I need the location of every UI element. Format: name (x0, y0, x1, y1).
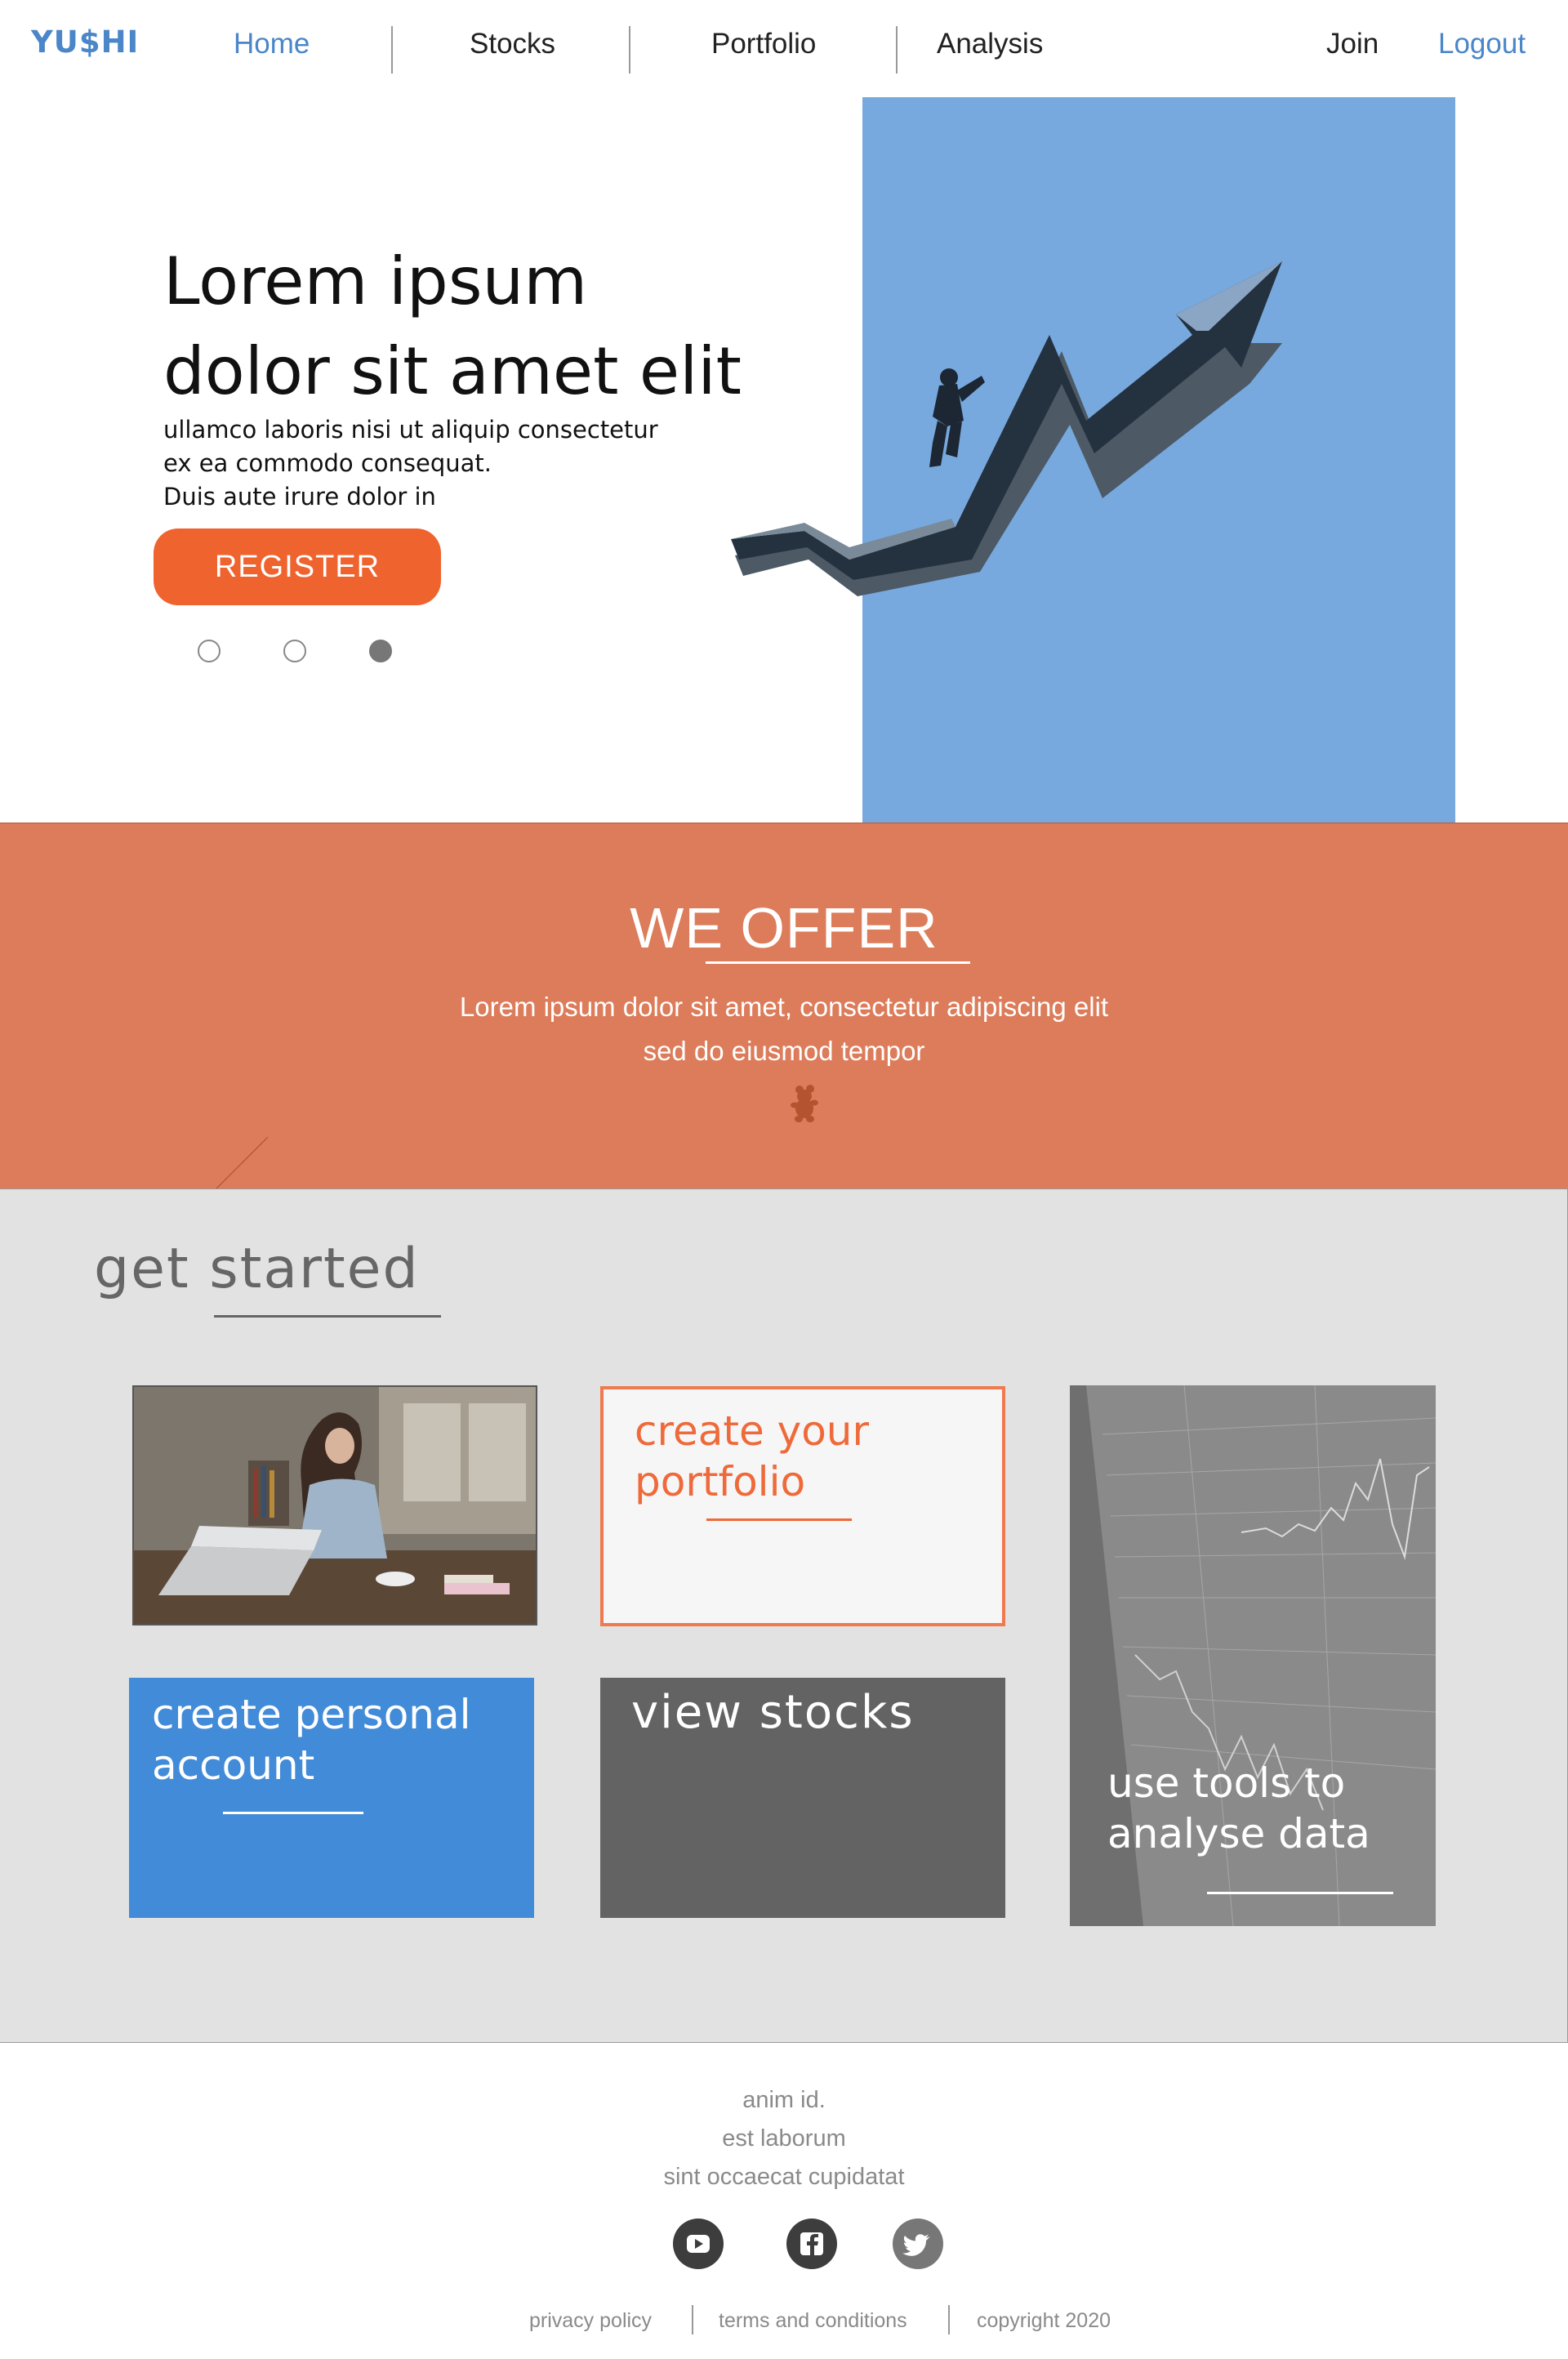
create-account-card[interactable]: create personal account (129, 1678, 534, 1918)
hero-title-line: Lorem ipsum (163, 243, 588, 319)
create-account-title: create personal account (152, 1691, 471, 1789)
analyse-tools-title: use tools to analyse data (1107, 1759, 1370, 1857)
create-portfolio-title: create your portfolio (635, 1407, 870, 1505)
offer-text-line: sed do eiusmod tempor (643, 1036, 925, 1066)
create-portfolio-card[interactable]: create your portfolio (600, 1386, 1005, 1626)
register-button[interactable]: REGISTER (154, 528, 441, 605)
decorative-line (215, 1136, 269, 1190)
get-started-section: get started create your portfolio create… (0, 1188, 1568, 2043)
nav-divider (391, 26, 393, 74)
analyse-tools-card[interactable]: use tools to analyse data (1070, 1385, 1436, 1926)
footer-link[interactable]: est laborum (0, 2120, 1568, 2158)
hero-subtitle: ullamco laboris nisi ut aliquip consecte… (163, 413, 658, 514)
office-photo-illustration (134, 1387, 536, 1624)
view-stocks-card[interactable]: view stocks (600, 1678, 1005, 1918)
carousel-dot-3[interactable] (369, 640, 392, 662)
nav-analysis[interactable]: Analysis (937, 28, 1043, 60)
logo[interactable]: YU$HI (31, 25, 139, 60)
nav-logout[interactable]: Logout (1438, 28, 1526, 60)
offer-text-line: Lorem ipsum dolor sit amet, consectetur … (459, 992, 1109, 1022)
hero-subtitle-line: ex ea commodo consequat. (163, 449, 492, 477)
carousel-dot-1[interactable] (198, 640, 220, 662)
nav-join[interactable]: Join (1326, 28, 1379, 60)
offer-title-underline (706, 961, 970, 964)
terms-link[interactable]: terms and conditions (719, 2309, 907, 2333)
footer-link[interactable]: sint occaecat cupidatat (0, 2158, 1568, 2196)
card-underline (1207, 1892, 1393, 1894)
nav-stocks[interactable]: Stocks (470, 28, 555, 60)
office-woman-photo (132, 1385, 537, 1625)
hero-subtitle-line: ullamco laboris nisi ut aliquip consecte… (163, 416, 658, 444)
nav-portfolio[interactable]: Portfolio (711, 28, 816, 60)
nav-home[interactable]: Home (234, 28, 310, 60)
get-started-underline (214, 1315, 441, 1318)
footer-links: anim id. est laborum sint occaecat cupid… (0, 2081, 1568, 2196)
legal-divider (692, 2305, 693, 2334)
nav-divider (896, 26, 898, 74)
bear-icon (791, 1085, 818, 1122)
legal-divider (948, 2305, 950, 2334)
hero-subtitle-line: Duis aute irure dolor in (163, 483, 436, 511)
copyright-text: copyright 2020 (977, 2309, 1111, 2332)
card-underline (223, 1812, 363, 1814)
twitter-icon[interactable] (893, 2219, 943, 2269)
get-started-title: get started (94, 1237, 420, 1301)
offer-section: WE OFFER Lorem ipsum dolor sit amet, con… (0, 823, 1568, 1190)
offer-title: WE OFFER (630, 896, 938, 960)
privacy-policy-link[interactable]: privacy policy (529, 2309, 652, 2333)
hero-title: Lorem ipsum dolor sit amet elit (163, 237, 898, 417)
footer-link[interactable]: anim id. (0, 2081, 1568, 2120)
carousel-dot-2[interactable] (283, 640, 306, 662)
nav-divider (629, 26, 630, 74)
top-nav: YU$HI Home Stocks Portfolio Analysis Joi… (0, 0, 1568, 94)
offer-text: Lorem ipsum dolor sit amet, consectetur … (0, 985, 1568, 1073)
youtube-icon[interactable] (673, 2219, 724, 2269)
facebook-icon[interactable] (786, 2219, 837, 2269)
card-underline (706, 1518, 852, 1521)
view-stocks-title: view stocks (631, 1686, 915, 1739)
hero-title-line: dolor sit amet elit (163, 333, 742, 409)
